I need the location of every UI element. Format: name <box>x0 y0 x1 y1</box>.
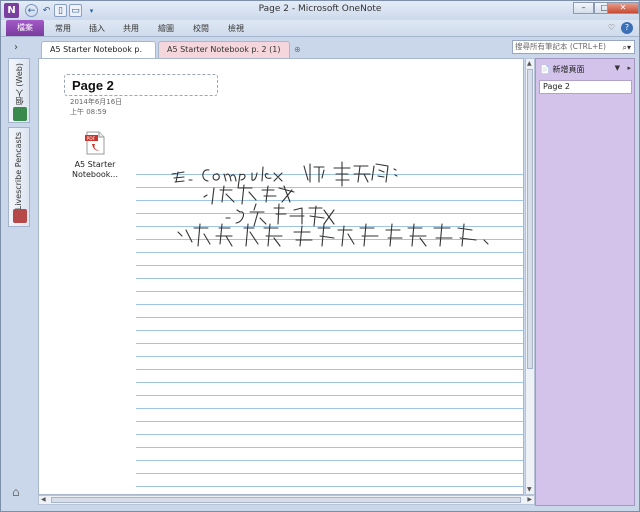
section-tab-a5-p2-1[interactable]: A5 Starter Notebook p. 2 (1) <box>158 41 290 58</box>
minimize-button[interactable]: – <box>573 2 594 14</box>
help-icon[interactable]: ? <box>621 22 633 34</box>
attachment-label-line1: A5 Starter <box>74 160 116 169</box>
attachment-label[interactable]: A5 Starter Notebook... <box>61 160 129 180</box>
scroll-down-icon[interactable]: ▼ <box>527 486 532 493</box>
notebook-nav: › 個人 (Web) Livescribe Pencasts <box>6 42 32 500</box>
horizontal-scrollbar[interactable]: ◀ ▶ <box>38 495 535 505</box>
attachment-label-line2: Notebook... <box>71 170 119 179</box>
page-date: 2014年6月16日 <box>70 98 123 106</box>
new-section-plus-icon[interactable]: ⊕ <box>294 45 304 55</box>
tab-view[interactable]: 檢視 <box>228 23 244 34</box>
vertical-scroll-thumb[interactable] <box>527 69 533 369</box>
ribbon-tabs: 檔案 常用 插入 共用 繪圖 校閱 檢視 ♡ ? <box>1 20 639 37</box>
pin-note-icon[interactable]: ⌂ <box>12 485 20 499</box>
tab-insert[interactable]: 插入 <box>89 23 105 34</box>
title-bar: N ← ↶ ▯ ▭ ▾ Page 2 - Microsoft OneNote –… <box>1 1 639 20</box>
file-tab[interactable]: 檔案 <box>6 20 44 36</box>
new-page-label: 新增頁面 <box>552 65 585 74</box>
close-button[interactable]: ✕ <box>607 2 639 14</box>
notebook-icon <box>13 107 27 121</box>
notebook-label: Livescribe Pencasts <box>14 132 23 211</box>
horizontal-scroll-thumb[interactable] <box>51 497 521 503</box>
scroll-left-icon[interactable]: ◀ <box>41 496 46 503</box>
notebook-icon <box>13 209 27 223</box>
page-tabs-pane: 📄 新增頁面 ▼ ▸ Page 2 <box>535 58 635 506</box>
tab-share[interactable]: 共用 <box>123 23 139 34</box>
handwritten-ink[interactable] <box>164 152 519 247</box>
section-tab-a5-p2[interactable]: A5 Starter Notebook p. 2 <box>41 41 156 70</box>
ribbon-minimize-icon[interactable]: ♡ <box>608 23 615 32</box>
svg-text:PDF: PDF <box>87 136 96 142</box>
expand-nav-chevron-icon[interactable]: › <box>14 42 18 53</box>
page-canvas[interactable]: Page 2 2014年6月16日 上午 08:59 PDF A5 Starte… <box>38 58 524 495</box>
tab-draw[interactable]: 繪圖 <box>158 23 174 34</box>
tab-review[interactable]: 校閱 <box>193 23 209 34</box>
page-title-box[interactable]: Page 2 <box>64 74 218 96</box>
pdf-file-icon[interactable]: PDF <box>84 131 106 155</box>
new-page-button[interactable]: 📄 新增頁面 <box>540 64 585 75</box>
scroll-up-icon[interactable]: ▲ <box>527 60 532 67</box>
onenote-window: N ← ↶ ▯ ▭ ▾ Page 2 - Microsoft OneNote –… <box>0 0 640 512</box>
notebook-label: 個人 (Web) <box>15 63 24 106</box>
tab-home[interactable]: 常用 <box>55 23 71 34</box>
notebook-personal-web[interactable]: 個人 (Web) <box>8 58 30 123</box>
vertical-scrollbar[interactable]: ▲ ▼ <box>525 58 535 495</box>
search-placeholder: 搜尋所有筆記本 (CTRL+E) <box>515 42 606 51</box>
section-tabs: A5 Starter Notebook p. 2 A5 Starter Note… <box>38 39 524 70</box>
page-tab-page-2[interactable]: Page 2 <box>539 80 632 94</box>
page-title[interactable]: Page 2 <box>72 78 114 93</box>
collapse-pane-chevron-icon[interactable]: ▸ <box>627 64 631 72</box>
page-time: 上午 08:59 <box>70 108 107 116</box>
scroll-right-icon[interactable]: ▶ <box>527 496 532 503</box>
new-page-chevron-down-icon[interactable]: ▼ <box>615 64 620 72</box>
search-input[interactable]: 搜尋所有筆記本 (CTRL+E) ⌕▾ <box>512 40 635 54</box>
window-title: Page 2 - Microsoft OneNote <box>258 4 382 14</box>
search-icon[interactable]: ⌕▾ <box>623 42 632 54</box>
notebook-livescribe-pencasts[interactable]: Livescribe Pencasts <box>8 127 30 227</box>
